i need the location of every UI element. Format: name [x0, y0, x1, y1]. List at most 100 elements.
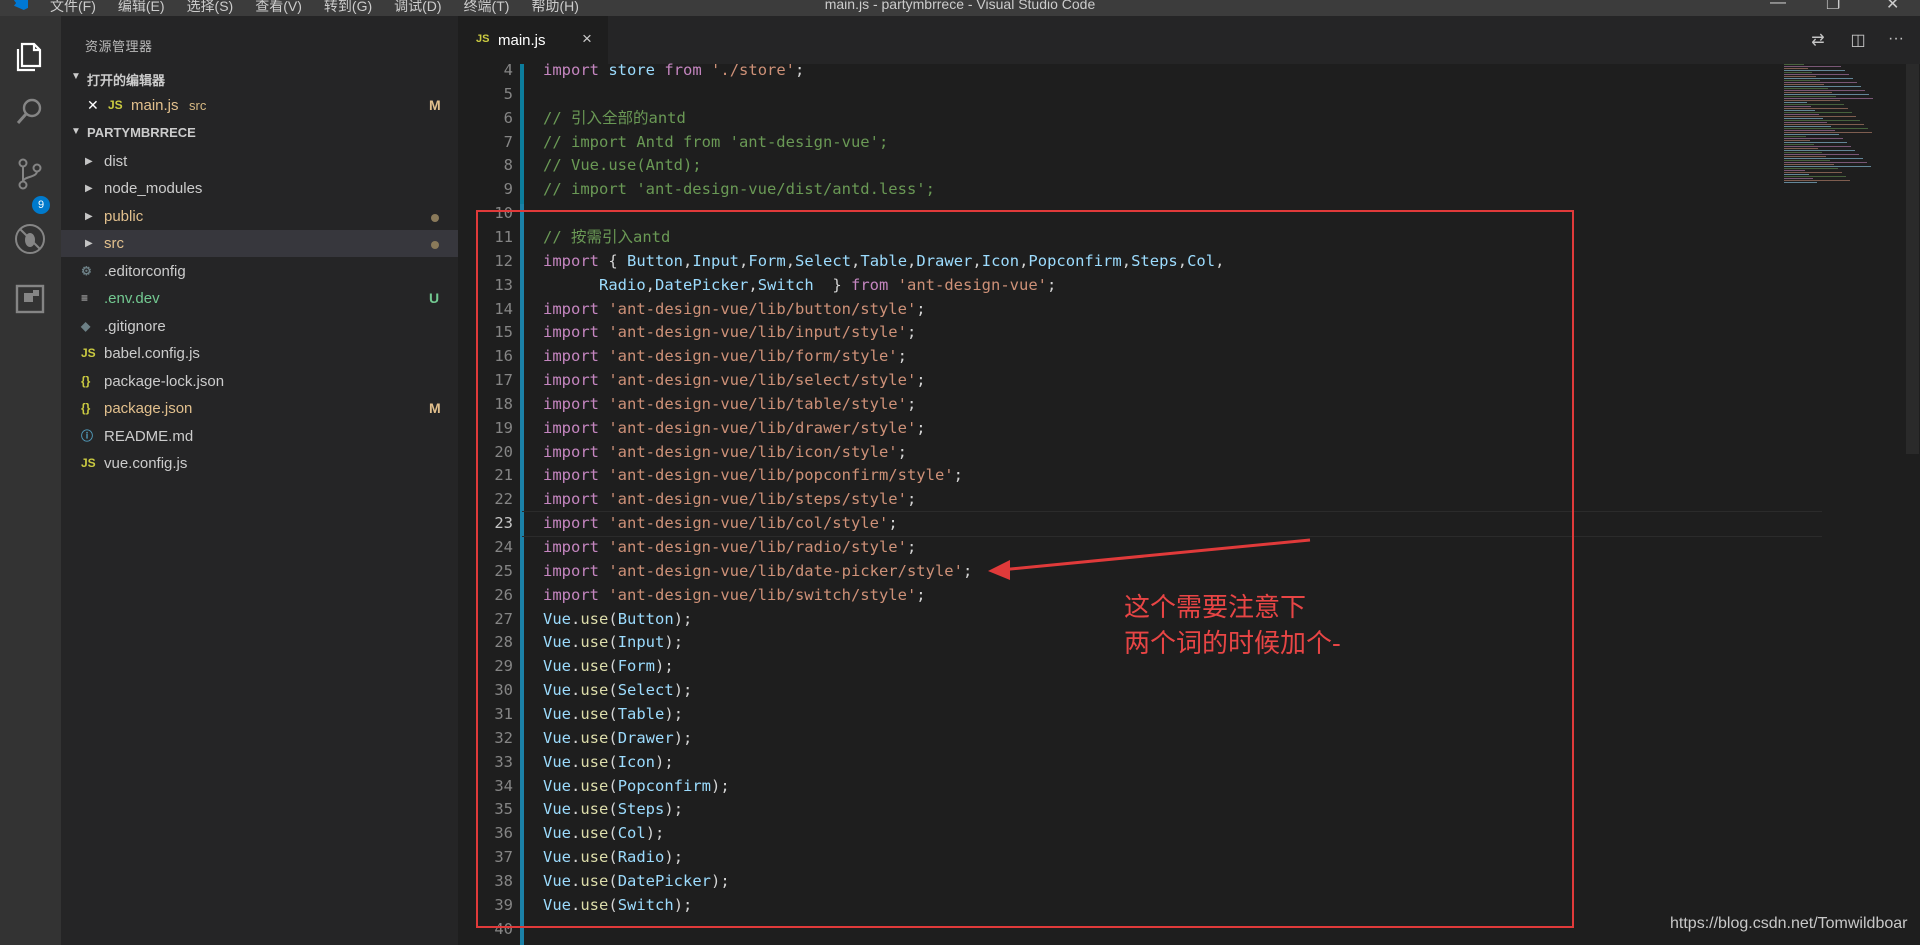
- minimap-line: [1784, 68, 1808, 69]
- minimap-line: [1784, 132, 1872, 133]
- minimap-line: [1784, 92, 1832, 93]
- tree-folder-node-modules[interactable]: ▶ node_modules: [61, 175, 458, 202]
- line-number: 7: [503, 132, 513, 151]
- minimap-line: [1784, 152, 1822, 153]
- tree-file-gitignore[interactable]: ◆ .gitignore: [61, 313, 458, 340]
- minimap-line: [1784, 82, 1857, 83]
- watermark-url: https://blog.csdn.net/Tomwildboar: [1670, 915, 1908, 932]
- minimap-line: [1784, 78, 1853, 79]
- info-icon: ⓘ: [81, 429, 94, 443]
- title-bar: 文件(F) 编辑(E) 选择(S) 查看(V) 转到(G) 调试(D) 终端(T…: [0, 0, 1920, 16]
- minimap-line: [1784, 178, 1813, 179]
- minimap-line: [1784, 142, 1847, 143]
- source-control-icon[interactable]: [12, 156, 48, 192]
- code-line[interactable]: 4 import store from './store';: [458, 58, 1778, 82]
- explorer-icon[interactable]: [12, 38, 48, 74]
- gear-icon: ⚙: [81, 264, 92, 278]
- minimap-line: [1784, 172, 1842, 173]
- git-status-badge: U: [429, 290, 440, 306]
- sidebar-title: 资源管理器: [85, 39, 153, 54]
- code-line[interactable]: 8 // Vue.use(Antd);: [458, 153, 1778, 177]
- minimap-line: [1784, 86, 1861, 87]
- chevron-right-icon: ▶: [85, 183, 93, 194]
- minimize-button[interactable]: —: [1770, 0, 1786, 12]
- tree-file-package-lock[interactable]: {} package-lock.json: [61, 368, 458, 395]
- explorer-sidebar: 资源管理器 ▼ 打开的编辑器 ✕ JS main.js src M ▼ PART…: [61, 16, 458, 945]
- minimap-line: [1784, 98, 1873, 99]
- minimap-line: [1784, 120, 1860, 121]
- code-line[interactable]: 9 // import 'ant-design-vue/dist/antd.les…: [458, 177, 1778, 201]
- open-editor-name: main.js: [131, 97, 179, 114]
- tree-file-readme[interactable]: ⓘ README.md: [61, 423, 458, 450]
- minimap-line: [1784, 94, 1869, 95]
- open-editors-section[interactable]: ▼ 打开的编辑器: [61, 65, 458, 91]
- tree-file-package-json[interactable]: {} package.json M: [61, 395, 458, 422]
- minimap-line: [1784, 180, 1850, 181]
- annotation-note: 这个需要注意下 两个词的时候加个-: [1124, 590, 1341, 662]
- tree-file-babel-config[interactable]: JS babel.config.js: [61, 340, 458, 367]
- minimap-line: [1784, 138, 1843, 139]
- tree-folder-public[interactable]: ▶ public: [61, 203, 458, 230]
- minimap-line: [1784, 118, 1823, 119]
- open-editor-item[interactable]: ✕ JS main.js src M: [61, 92, 458, 119]
- editor-tabs: JS main.js × ⇄ ◫ ···: [458, 16, 1920, 64]
- debug-icon[interactable]: [12, 221, 48, 257]
- minimap-line: [1784, 170, 1805, 171]
- tree-file-env-dev[interactable]: ≡ .env.dev U: [61, 285, 458, 312]
- annotation-arrow-icon: [988, 538, 1311, 580]
- minimap-line: [1784, 90, 1865, 91]
- tree-file-vue-config[interactable]: JS vue.config.js: [61, 450, 458, 477]
- minimap-line: [1784, 164, 1834, 165]
- git-status-badge: M: [429, 97, 441, 113]
- minimap-line: [1784, 166, 1871, 167]
- code-line[interactable]: 5: [458, 82, 1778, 106]
- minimap[interactable]: [1780, 64, 1900, 194]
- close-tab-icon[interactable]: ×: [582, 29, 592, 49]
- chevron-right-icon: ▶: [85, 156, 93, 167]
- minimap-line: [1784, 174, 1809, 175]
- minimap-line: [1784, 162, 1867, 163]
- open-changes-icon[interactable]: ⇄: [1808, 30, 1828, 50]
- minimap-line: [1784, 72, 1812, 73]
- minimap-line: [1784, 124, 1864, 125]
- minimap-line: [1784, 74, 1849, 75]
- tree-folder-dist[interactable]: ▶ dist: [61, 148, 458, 175]
- code-text: // 引入全部的antd: [543, 108, 686, 127]
- minimap-line: [1784, 96, 1836, 97]
- code-text: import store from './store';: [543, 61, 805, 79]
- minimap-line: [1784, 70, 1845, 71]
- chevron-right-icon: ▶: [85, 238, 93, 249]
- code-text: // import 'ant-design-vue/dist/antd.less…: [543, 180, 935, 199]
- more-actions-icon[interactable]: ···: [1886, 30, 1906, 50]
- minimap-line: [1784, 88, 1828, 89]
- json-file-icon: {}: [81, 374, 91, 388]
- project-section[interactable]: ▼ PARTYMBRRECE: [61, 120, 458, 146]
- close-window-button[interactable]: ✕: [1886, 0, 1899, 14]
- chevron-right-icon: ▶: [85, 211, 93, 222]
- search-icon[interactable]: [12, 94, 48, 130]
- line-number: 6: [503, 108, 513, 127]
- code-line[interactable]: 7 // import Antd from 'ant-design-vue';: [458, 130, 1778, 154]
- js-file-icon: JS: [81, 456, 96, 470]
- close-icon[interactable]: ✕: [87, 92, 99, 119]
- modified-dot-icon: [431, 214, 439, 222]
- minimap-line: [1784, 80, 1820, 81]
- annotation-note-line-2: 两个词的时候加个-: [1124, 629, 1341, 659]
- line-number: 4: [503, 61, 513, 79]
- minimap-line: [1784, 140, 1810, 141]
- tree-file-editorconfig[interactable]: ⚙ .editorconfig: [61, 258, 458, 285]
- maximize-button[interactable]: ❐: [1826, 0, 1840, 14]
- minimap-line: [1784, 116, 1856, 117]
- split-editor-icon[interactable]: ◫: [1848, 30, 1868, 50]
- scrollbar-thumb[interactable]: [1906, 64, 1919, 454]
- line-number: 5: [503, 84, 513, 103]
- code-line[interactable]: 6 // 引入全部的antd: [458, 106, 1778, 130]
- minimap-line: [1784, 108, 1848, 109]
- line-number: 8: [503, 156, 513, 175]
- minimap-line: [1784, 156, 1826, 157]
- tab-main-js[interactable]: JS main.js ×: [458, 16, 608, 64]
- minimap-line: [1784, 134, 1839, 135]
- minimap-line: [1784, 130, 1835, 131]
- tree-folder-src[interactable]: ▶ src: [61, 230, 458, 257]
- extensions-icon[interactable]: [12, 281, 48, 317]
